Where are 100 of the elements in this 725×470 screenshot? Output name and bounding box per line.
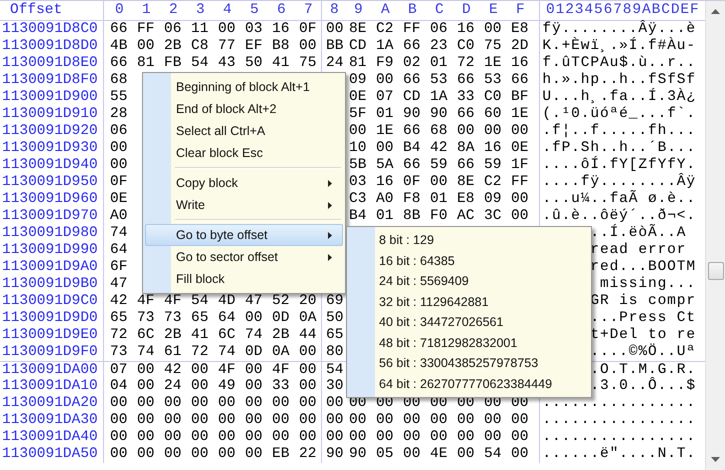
offset-cell: 1130091D900 — [0, 89, 104, 106]
hex-cell-text: 2B — [272, 327, 290, 344]
hex-cell-text: 47 — [110, 276, 128, 293]
hex-cell-text: 00 — [511, 429, 530, 446]
ascii-cell: U...h¸.fa..Í.3À¿ — [542, 89, 696, 106]
column-header: E — [488, 1, 499, 20]
hex-cell: BB — [321, 38, 349, 55]
hex-cell-text: 00 — [299, 362, 318, 378]
hex-cell-text: 00 — [484, 21, 502, 38]
column-header: C — [434, 1, 445, 20]
offset-cell: 1130091DA50 — [0, 446, 104, 463]
hex-cell-text: 00 — [299, 395, 318, 412]
menu-item[interactable]: 56 bit : 33004385257978753 — [349, 353, 589, 374]
menu-item[interactable]: Clear block Esc — [145, 142, 343, 164]
hex-cell-text: C3 — [349, 191, 368, 208]
menu-item[interactable]: 32 bit : 1129642881 — [349, 292, 589, 312]
hex-cell-text: 81 — [137, 55, 156, 72]
hex-cell-text: 20 — [299, 293, 318, 310]
menu-item[interactable]: Select all Ctrl+A — [145, 120, 343, 142]
hex-cell-text: 42 — [430, 140, 448, 157]
hex-cell-text: 02 — [403, 55, 422, 72]
menu-item[interactable]: Go to sector offset — [145, 246, 343, 268]
hex-cell-text: 3C — [484, 208, 502, 225]
hex-cell-text: 5A — [376, 157, 394, 174]
menu-item[interactable]: 16 bit : 64385 — [349, 250, 589, 271]
offset-cell: 1130091DA40 — [0, 429, 104, 446]
hex-cell-text: 44 — [299, 327, 318, 344]
offset-cell: 1130091D9C0 — [0, 293, 104, 310]
hex-cell-text: 00 — [218, 21, 236, 38]
hex-cell-text: 00 — [191, 446, 210, 463]
hex-cell-text: 03 — [245, 21, 264, 38]
hex-cell-text: 00 — [349, 429, 368, 446]
hex-cell-text: CD — [403, 89, 422, 106]
hex-cell-text: 74 — [110, 225, 128, 242]
hex-cell-text: 4F — [164, 293, 182, 310]
hex-cell: 00 — [321, 21, 349, 38]
menu-item[interactable]: 24 bit : 5569409 — [349, 271, 589, 292]
hex-cell-text: 50 — [245, 55, 264, 72]
hex-cell-text: 4E — [430, 446, 448, 463]
menu-item[interactable]: Copy block — [145, 172, 343, 194]
hex-cell-text: CD — [349, 38, 368, 55]
ascii-cell: ................ — [542, 412, 696, 429]
hex-cell-text: 00 — [164, 412, 182, 429]
menu-item[interactable]: Write — [145, 194, 343, 216]
hex-cell-text: 73 — [110, 344, 128, 361]
hex-cell-text: 0D — [245, 344, 264, 361]
hex-cell-text: 00 — [430, 429, 448, 446]
menu-item[interactable]: End of block Alt+2 — [145, 98, 343, 120]
hex-cell-text: 66 — [511, 72, 530, 89]
menu-item[interactable]: Beginning of block Alt+1 — [145, 76, 343, 98]
hex-cell-text: 61 — [164, 344, 182, 361]
hex-cell-text: 33 — [272, 378, 290, 395]
hex-cell-text: 06 — [430, 21, 448, 38]
hex-cell-text: 4F — [272, 362, 290, 378]
hex-cell-text: 00 — [272, 395, 290, 412]
column-header: 0 — [114, 1, 125, 20]
hex-cell-text: 00 — [110, 446, 128, 463]
hex-cell-text: 60 — [484, 106, 502, 123]
menu-item[interactable]: 40 bit : 344727026561 — [349, 312, 589, 332]
menu-item[interactable]: 8 bit : 129 — [349, 230, 589, 250]
menu-item[interactable]: 64 bit : 2627077770623384449 — [349, 374, 589, 394]
hex-cell-text: B4 — [349, 208, 368, 225]
ascii-cell-text: .û.è..ôëý´..ð¬<. — [542, 208, 696, 224]
column-header: 5 — [249, 1, 260, 20]
ascii-cell-text: fÿ........Âÿ...è — [542, 21, 696, 37]
menu-item[interactable]: 48 bit : 71812982832001 — [349, 332, 589, 353]
offset-cell: 1130091D8E0 — [0, 55, 104, 72]
menu-item[interactable]: Fill block — [145, 268, 343, 290]
offset-cell: 1130091D950 — [0, 174, 104, 191]
hex-cell-text: 00 — [137, 412, 156, 429]
ascii-cell: .f¦..f.....fh... — [542, 123, 696, 140]
scroll-down-icon[interactable] — [711, 457, 720, 462]
hex-cell-text: 33 — [457, 89, 476, 106]
offset-cell: 1130091D980 — [0, 225, 104, 242]
hex-cell-text: 65 — [110, 310, 128, 327]
hex-cell-text: 00 — [137, 38, 156, 55]
scroll-up-icon[interactable] — [711, 9, 720, 14]
hex-cell-text: 00 — [272, 429, 290, 446]
scroll-thumb[interactable] — [708, 262, 724, 280]
hex-cell-text: 05 — [376, 446, 394, 463]
hex-cell-text: 59 — [430, 157, 448, 174]
column-header: F — [515, 1, 526, 20]
hex-cell-text: BF — [511, 89, 530, 106]
hex-cell-text: A0 — [110, 208, 128, 225]
hex-cell-text: 1A — [376, 38, 394, 55]
hex-cell-text: E8 — [457, 191, 476, 208]
hex-cell-text: 1A — [430, 89, 448, 106]
hex-cell-text: 00 — [484, 429, 502, 446]
hex-cell-text: 4F — [137, 293, 156, 310]
hex-cell-text: 00 — [191, 395, 210, 412]
ascii-cell: (.¹0.üóªé_...f`. — [542, 106, 696, 123]
offset-cell: 1130091DA20 — [0, 395, 104, 412]
scrollbar[interactable] — [705, 1, 725, 470]
menu-item[interactable]: Go to byte offset — [145, 224, 343, 246]
hex-cell-text: 00 — [137, 362, 156, 378]
hex-cell-text: C0 — [457, 38, 476, 55]
hex-cell-text: 1E — [376, 123, 394, 140]
hex-cell-text: 06 — [164, 21, 182, 38]
hex-cell-text: 00 — [137, 446, 156, 463]
hex-cell-text: 01 — [376, 208, 394, 225]
